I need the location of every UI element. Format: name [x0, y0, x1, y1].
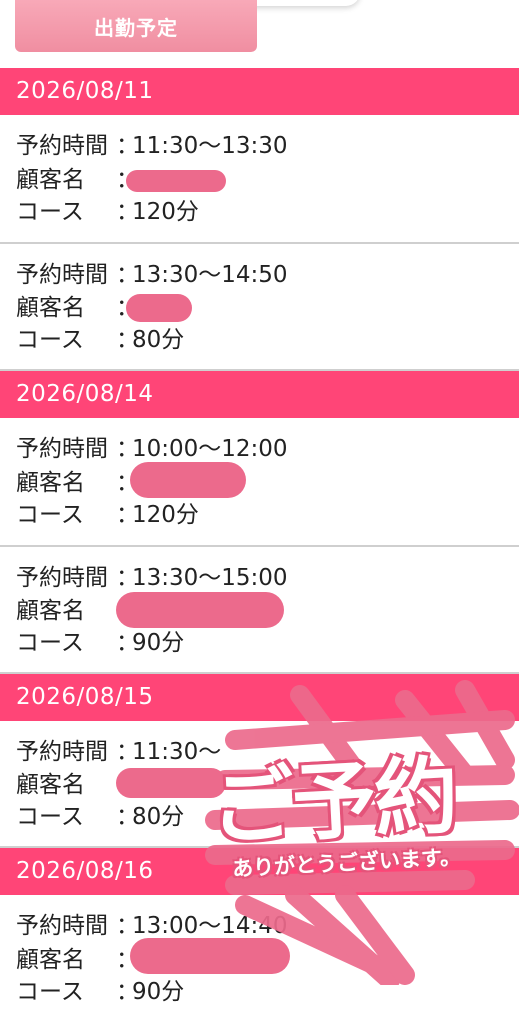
course-label: コース	[16, 630, 84, 656]
customer-label: 顧客名	[16, 598, 85, 624]
course-row: コース ：80分	[16, 324, 184, 356]
colon: ：	[116, 133, 139, 159]
customer-label: 顧客名	[16, 772, 85, 798]
colon: ：	[116, 327, 139, 353]
colon: ：	[116, 262, 139, 288]
time-label: 予約時間	[16, 913, 108, 939]
top-bar: 出勤予定	[0, 0, 519, 68]
customer-label: 顧客名	[16, 947, 85, 973]
time-row: 予約時間 ：13:30～15:00	[16, 562, 288, 594]
customer-label: 顧客名	[16, 470, 85, 496]
customer-row: 顧客名：	[16, 164, 139, 196]
time-label: 予約時間	[16, 133, 108, 159]
time-row: 予約時間 ：11:30～	[16, 736, 221, 768]
shift-schedule-button[interactable]: 出勤予定	[15, 0, 257, 52]
customer-name-redaction	[126, 170, 226, 192]
course-value: 80分	[132, 327, 185, 353]
colon: ：	[116, 565, 139, 591]
thanks-sticker: ご予約 ありがとうございます。	[208, 735, 510, 895]
time-value: 11:30～13:30	[132, 133, 288, 159]
colon: ：	[116, 199, 139, 225]
course-value: 120分	[132, 502, 199, 528]
date-header: 2026/08/14	[0, 371, 519, 418]
date-header: 2026/08/11	[0, 68, 519, 115]
colon: ：	[116, 502, 139, 528]
customer-row: 顧客名	[16, 769, 116, 801]
course-row: コース ：90分	[16, 627, 184, 659]
customer-name-redaction	[126, 294, 192, 322]
time-label: 予約時間	[16, 436, 108, 462]
time-label: 予約時間	[16, 262, 108, 288]
course-value: 90分	[132, 979, 185, 1005]
course-row: コース ：80分	[16, 801, 184, 833]
time-value: 13:30～15:00	[132, 565, 288, 591]
customer-row: 顧客名：	[16, 292, 139, 324]
reservation-entry[interactable]: 予約時間：11:30～13:30 顧客名： コース：120分	[0, 115, 519, 244]
time-row: 予約時間 ：13:30～14:50	[16, 259, 288, 291]
course-row: コース ：90分	[16, 976, 184, 1008]
reservation-entry[interactable]: 予約時間：13:30～14:50 顧客名： コース：80分	[0, 244, 519, 371]
customer-row: 顧客名	[16, 595, 116, 627]
course-label: コース	[16, 502, 84, 528]
customer-name-redaction	[130, 938, 290, 974]
customer-row: 顧客名：	[16, 467, 139, 499]
time-value: 10:00～12:00	[132, 436, 288, 462]
customer-name-redaction	[116, 592, 284, 628]
colon: ：	[116, 630, 139, 656]
course-value: 90分	[132, 630, 185, 656]
course-label: コース	[16, 199, 84, 225]
time-row: 予約時間 ：11:30～13:30	[16, 130, 288, 162]
course-value: 80分	[132, 804, 185, 830]
course-row: コース ：120分	[16, 499, 199, 531]
time-value: 13:30～14:50	[132, 262, 288, 288]
customer-label: 顧客名	[16, 167, 85, 193]
colon: ：	[116, 739, 139, 765]
course-value: 120分	[132, 199, 199, 225]
colon: ：	[116, 436, 139, 462]
customer-label: 顧客名	[16, 295, 85, 321]
date-header: 2026/08/15	[0, 674, 519, 721]
time-row: 予約時間 ：10:00～12:00	[16, 433, 288, 465]
course-label: コース	[16, 327, 84, 353]
colon: ：	[116, 979, 139, 1005]
course-row: コース ：120分	[16, 196, 199, 228]
course-label: コース	[16, 979, 84, 1005]
colon: ：	[116, 913, 139, 939]
course-label: コース	[16, 804, 84, 830]
colon: ：	[116, 804, 139, 830]
time-value: 13:00～14:40	[132, 913, 288, 939]
reservation-entry[interactable]: 予約時間 ：10:00～12:00 顧客名： コース ：120分	[0, 418, 519, 547]
customer-name-redaction	[130, 462, 246, 498]
time-label: 予約時間	[16, 739, 108, 765]
time-label: 予約時間	[16, 565, 108, 591]
customer-row: 顧客名：	[16, 944, 139, 976]
